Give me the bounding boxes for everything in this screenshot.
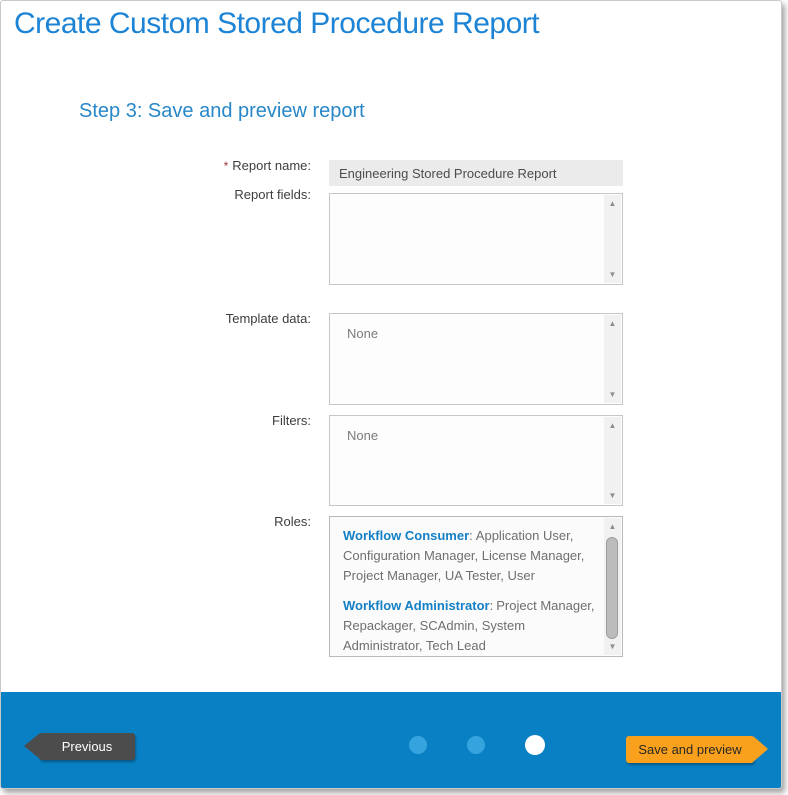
role-group-name: Workflow Consumer bbox=[343, 528, 469, 543]
scroll-down-icon[interactable]: ▼ bbox=[604, 487, 621, 504]
report-name-label-text: Report name: bbox=[232, 158, 311, 173]
report-fields-value bbox=[330, 194, 604, 284]
roles-listbox[interactable]: Workflow Consumer:Application User, Conf… bbox=[329, 516, 623, 657]
wizard-footer: Previous Save and preview bbox=[1, 692, 781, 788]
step-indicator-dot-active bbox=[525, 735, 545, 755]
previous-button[interactable]: Previous bbox=[39, 733, 135, 760]
step-heading: Step 3: Save and preview report bbox=[79, 100, 365, 123]
filters-label: Filters: bbox=[11, 413, 311, 428]
required-marker: * bbox=[224, 159, 229, 173]
report-name-label: *Report name: bbox=[11, 158, 311, 173]
report-fields-textarea[interactable]: ▲ ▼ bbox=[329, 193, 623, 285]
template-data-scrollbar[interactable]: ▲ ▼ bbox=[604, 315, 621, 403]
role-group-name: Workflow Administrator bbox=[343, 598, 490, 613]
scroll-up-icon[interactable]: ▲ bbox=[604, 518, 621, 535]
page-title: Create Custom Stored Procedure Report bbox=[14, 7, 539, 41]
save-and-preview-button[interactable]: Save and preview bbox=[626, 736, 754, 763]
step-indicator-dot bbox=[467, 736, 485, 754]
scroll-down-icon[interactable]: ▼ bbox=[604, 266, 621, 283]
report-fields-scrollbar[interactable]: ▲ ▼ bbox=[604, 195, 621, 283]
report-fields-label: Report fields: bbox=[11, 187, 311, 202]
roles-label: Roles: bbox=[11, 514, 311, 529]
step-indicator bbox=[409, 735, 545, 755]
create-report-dialog: Create Custom Stored Procedure Report St… bbox=[0, 0, 782, 789]
role-group: Workflow Administrator:Project Manager, … bbox=[343, 596, 598, 656]
roles-scrollbar[interactable]: ▲ ▼ bbox=[604, 518, 621, 655]
previous-button-label: Previous bbox=[62, 739, 113, 754]
report-name-input[interactable] bbox=[329, 160, 623, 186]
scroll-down-icon[interactable]: ▼ bbox=[604, 638, 621, 655]
previous-button-arrow-icon bbox=[24, 733, 40, 759]
template-data-label: Template data: bbox=[11, 311, 311, 326]
filters-value: None bbox=[330, 416, 604, 505]
filters-scrollbar[interactable]: ▲ ▼ bbox=[604, 417, 621, 504]
template-data-textarea[interactable]: None ▲ ▼ bbox=[329, 313, 623, 405]
scroll-up-icon[interactable]: ▲ bbox=[604, 195, 621, 212]
scroll-down-icon[interactable]: ▼ bbox=[604, 386, 621, 403]
scroll-up-icon[interactable]: ▲ bbox=[604, 417, 621, 434]
save-and-preview-button-label: Save and preview bbox=[638, 742, 741, 757]
scroll-up-icon[interactable]: ▲ bbox=[604, 315, 621, 332]
role-separator: : bbox=[469, 528, 473, 543]
step-indicator-dot bbox=[409, 736, 427, 754]
save-button-arrow-icon bbox=[753, 736, 768, 762]
role-separator: : bbox=[490, 598, 494, 613]
scrollbar-thumb[interactable] bbox=[606, 537, 618, 639]
filters-textarea[interactable]: None ▲ ▼ bbox=[329, 415, 623, 506]
roles-content: Workflow Consumer:Application User, Conf… bbox=[330, 517, 604, 656]
role-group: Workflow Consumer:Application User, Conf… bbox=[343, 526, 598, 586]
template-data-value: None bbox=[330, 314, 604, 404]
